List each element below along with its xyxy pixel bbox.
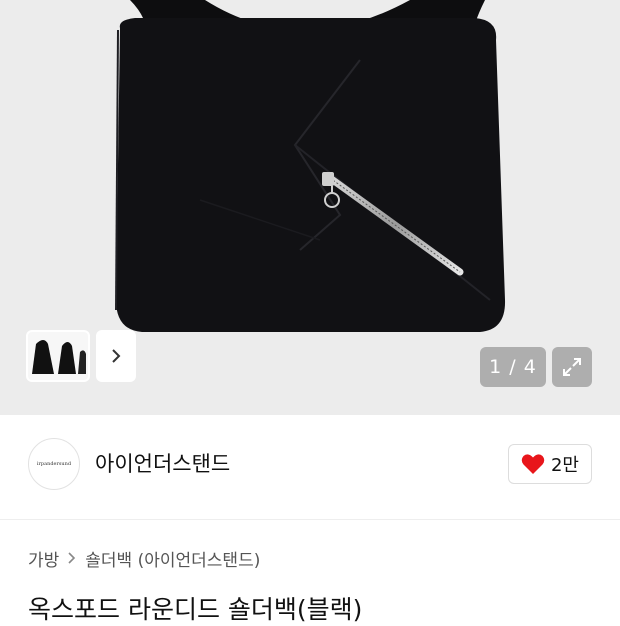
like-button[interactable]: 2만 xyxy=(508,444,592,484)
image-counter: 1 / 4 xyxy=(480,347,546,387)
chevron-right-icon xyxy=(68,552,76,564)
like-count: 2만 xyxy=(550,455,579,476)
product-image-gallery[interactable]: 1 / 4 xyxy=(0,0,620,415)
expand-button[interactable] xyxy=(552,347,592,387)
divider xyxy=(0,519,620,520)
expand-arrows-icon xyxy=(563,358,581,376)
thumbnail-next-button[interactable] xyxy=(96,330,136,382)
heart-icon xyxy=(521,454,545,474)
brand-row: irpandersund 아이언더스탠드 2만 xyxy=(0,415,620,515)
brand-logo[interactable]: irpandersund xyxy=(28,438,80,490)
chevron-right-icon xyxy=(112,349,121,363)
brand-name[interactable]: 아이언더스탠드 xyxy=(95,448,230,478)
breadcrumb-item-shoulder-bag[interactable]: 숄더백 (아이언더스탠드) xyxy=(85,546,260,571)
thumbnail-strip xyxy=(26,330,136,388)
product-title: 옥스포드 라운디드 숄더백(블랙) xyxy=(28,595,363,624)
breadcrumb-item-bags[interactable]: 가방 xyxy=(28,546,59,571)
thumbnail-1[interactable] xyxy=(26,330,90,382)
breadcrumb: 가방 숄더백 (아이언더스탠드) xyxy=(28,545,260,571)
